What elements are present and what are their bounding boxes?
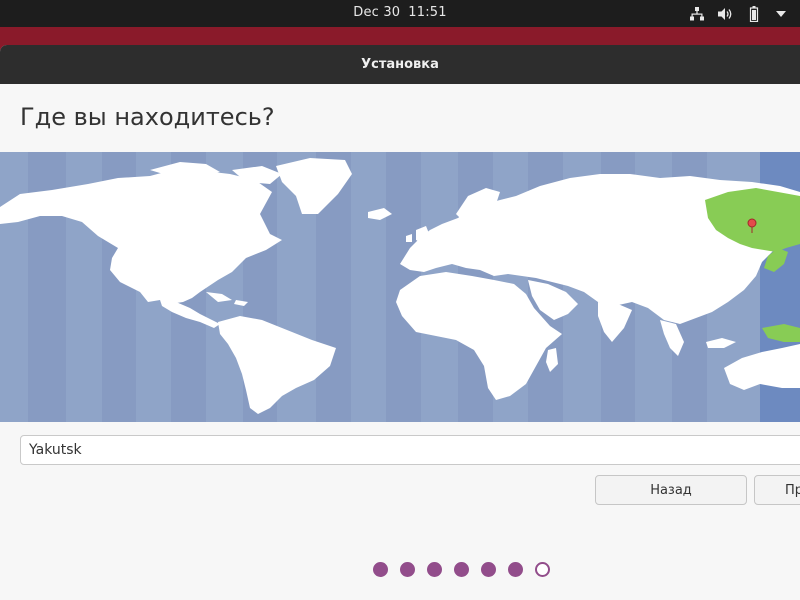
progress-dot-completed [481,562,496,577]
page-title: Где вы находитесь? [20,103,275,131]
window-title: Установка [361,57,439,72]
system-tray[interactable] [676,4,786,24]
network-icon[interactable] [690,7,704,21]
system-menu-chevron-icon[interactable] [776,11,786,17]
window-titlebar[interactable]: Установка [0,45,800,84]
timezone-search-input[interactable] [20,435,800,465]
next-button-label: Пр [785,482,800,498]
progress-indicator [373,562,562,577]
next-button[interactable]: Пр [754,475,800,505]
clock-time[interactable]: 11:51 [408,5,446,20]
progress-dot-completed [427,562,442,577]
installer-window: Установка Где вы находитесь? Yakutsk Наз… [0,45,800,600]
progress-dot-completed [373,562,388,577]
back-button-label: Назад [650,482,692,498]
volume-icon[interactable] [718,7,734,21]
progress-dot-completed [454,562,469,577]
battery-icon[interactable] [748,6,762,22]
clock-date[interactable]: Dec 30 [353,5,400,20]
progress-dot-completed [508,562,523,577]
back-button[interactable]: Назад [595,475,747,505]
top-bar: Dec 30 11:51 [0,0,800,27]
progress-dot-completed [400,562,415,577]
progress-dot-current [535,562,550,577]
timezone-map[interactable] [0,152,800,422]
world-map-graphic[interactable] [0,152,800,422]
